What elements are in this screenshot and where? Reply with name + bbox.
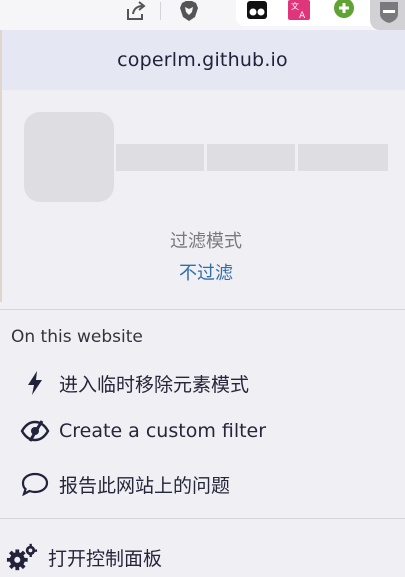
extension-add-icon[interactable] [333, 0, 355, 20]
lightning-icon [19, 369, 51, 397]
section-title: On this website [11, 327, 143, 347]
gears-icon [6, 543, 38, 571]
svg-text:A: A [299, 11, 306, 20]
skeleton-avatar [24, 112, 114, 202]
filter-mode-value[interactable]: 不过滤 [0, 259, 405, 285]
divider [0, 309, 405, 310]
skeleton-bar [116, 144, 204, 171]
open-dashboard-item[interactable]: 打开控制面板 [0, 537, 405, 577]
share-icon[interactable] [122, 0, 150, 22]
menu-item-label: 报告此网站上的问题 [59, 474, 231, 497]
enter-element-zapper-item[interactable]: 进入临时移除元素模式 [0, 363, 405, 403]
browser-toolbar: 文 A [0, 0, 405, 30]
eye-slash-icon [19, 417, 51, 445]
menu-item-label: 进入临时移除元素模式 [59, 373, 250, 396]
menu-item-label: 打开控制面板 [48, 547, 163, 570]
site-domain-header: coperlm.github.io [0, 30, 405, 90]
svg-text:文: 文 [291, 1, 299, 11]
ublock-icon[interactable] [370, 0, 405, 30]
extension-tampermonkey-icon[interactable] [246, 0, 268, 20]
filter-mode-label: 过滤模式 [170, 231, 242, 252]
divider [0, 518, 405, 519]
skeleton-bar [298, 144, 388, 171]
create-custom-filter-item[interactable]: Create a custom filter [0, 411, 405, 451]
skeleton-bar [207, 144, 295, 171]
brave-shield-icon[interactable] [174, 0, 204, 22]
site-domain: coperlm.github.io [117, 49, 288, 71]
extension-translate-icon[interactable]: 文 A [288, 0, 310, 20]
speech-bubble-icon [19, 470, 51, 498]
report-issue-item[interactable]: 报告此网站上的问题 [0, 464, 405, 504]
toolbar-separator [160, 2, 161, 20]
menu-item-label: Create a custom filter [59, 420, 267, 442]
